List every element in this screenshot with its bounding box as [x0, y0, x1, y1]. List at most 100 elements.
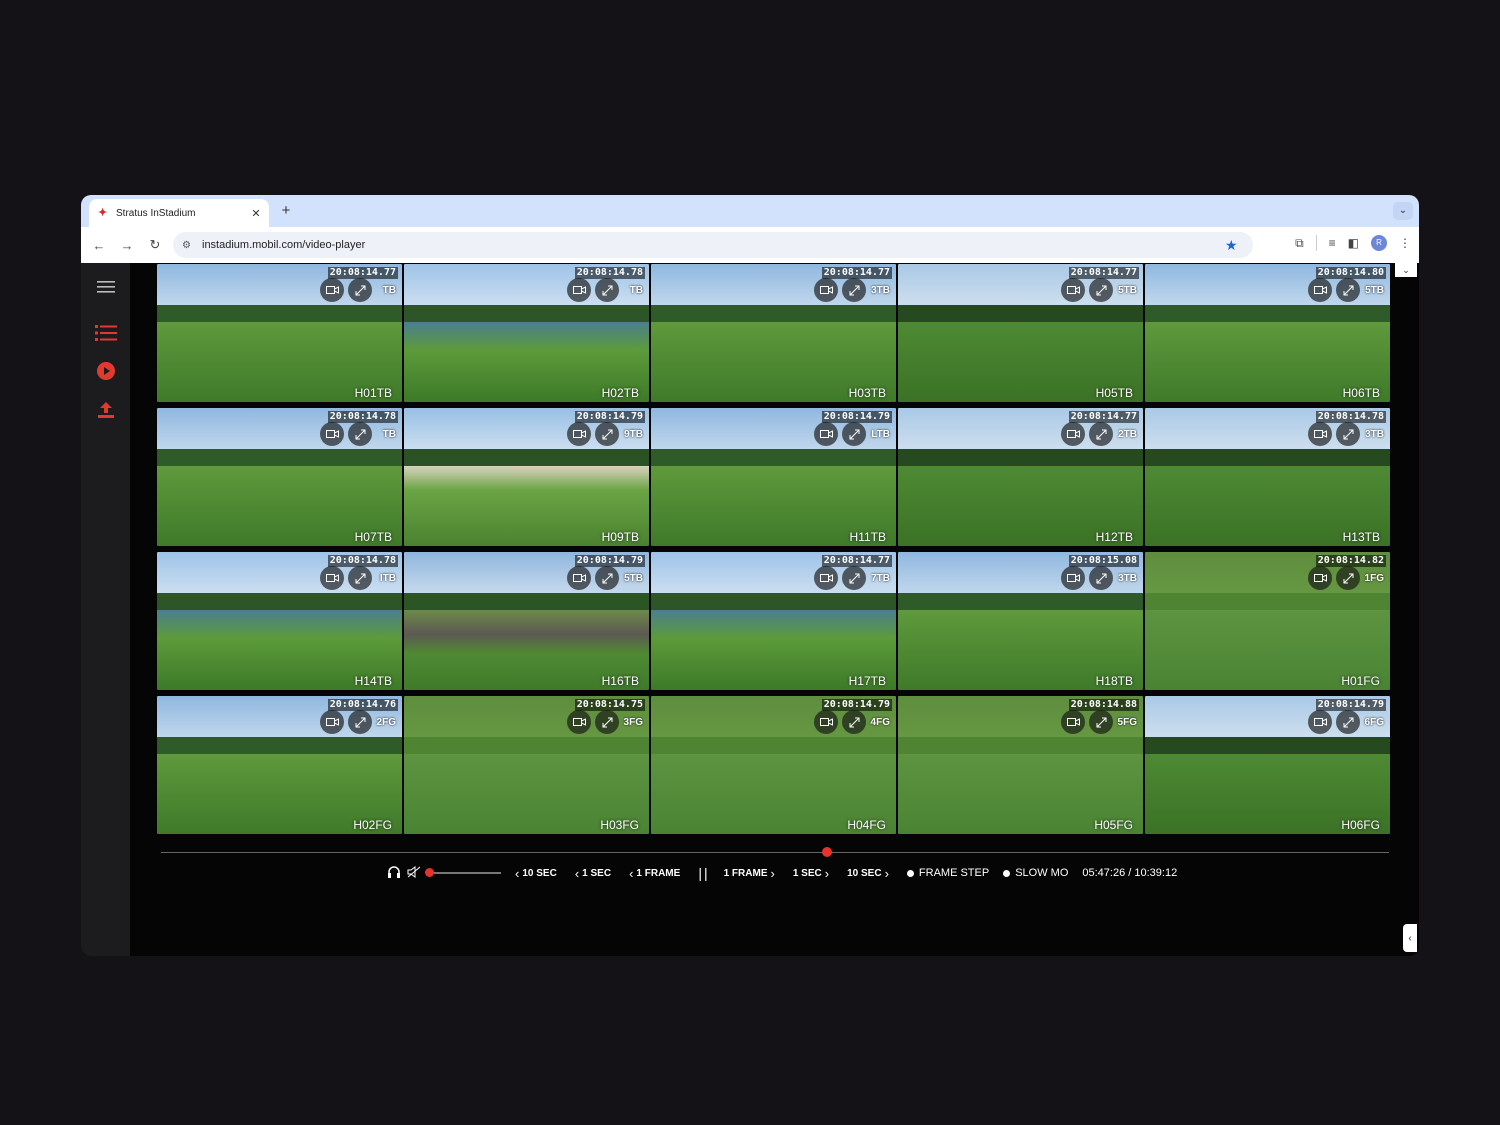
video-camera-icon[interactable]	[1061, 278, 1085, 302]
chevron-left-icon[interactable]: ‹	[1403, 924, 1417, 952]
video-camera-icon[interactable]	[1308, 566, 1332, 590]
camera-tile[interactable]: 20:08:14.79 5TB H16TB	[404, 552, 649, 690]
browser-tab[interactable]: ✦ Stratus InStadium ✕	[89, 199, 269, 227]
close-icon[interactable]: ✕	[249, 207, 263, 220]
video-camera-icon[interactable]	[1061, 710, 1085, 734]
profile-avatar[interactable]: R	[1371, 235, 1387, 251]
camera-tile[interactable]: 20:08:14.78 TB H02TB	[404, 264, 649, 402]
scrubber-handle[interactable]	[822, 847, 832, 857]
fwd-1-sec-button[interactable]: 1 SEC ›	[793, 866, 829, 881]
video-camera-icon[interactable]	[567, 566, 591, 590]
video-camera-icon[interactable]	[567, 710, 591, 734]
expand-icon[interactable]	[842, 710, 866, 734]
headphones-icon[interactable]	[387, 865, 401, 881]
volume-slider[interactable]	[425, 868, 501, 877]
camera-tile[interactable]: 20:08:14.77 3TB H03TB	[651, 264, 896, 402]
pause-button[interactable]: ||	[698, 865, 709, 881]
camera-tile[interactable]: 20:08:14.77 7TB H17TB	[651, 552, 896, 690]
video-camera-icon[interactable]	[1308, 710, 1332, 734]
camera-tile[interactable]: 20:08:14.79 4FG H04FG	[651, 696, 896, 834]
url-text[interactable]: instadium.mobil.com/video-player	[202, 239, 1225, 251]
fwd-1-frame-button[interactable]: 1 FRAME ›	[724, 866, 775, 881]
side-panel-icon[interactable]: ◧	[1348, 236, 1359, 250]
expand-icon[interactable]	[595, 422, 619, 446]
expand-icon[interactable]	[348, 566, 372, 590]
expand-icon[interactable]	[595, 710, 619, 734]
volume-knob[interactable]	[425, 868, 434, 877]
expand-icon[interactable]	[1336, 278, 1360, 302]
forward-arrow-icon[interactable]: →	[113, 238, 141, 253]
video-camera-icon[interactable]	[320, 710, 344, 734]
camera-tile[interactable]: 20:08:14.82 1FG H01FG	[1145, 552, 1390, 690]
address-bar[interactable]: ⚙ instadium.mobil.com/video-player ★	[173, 232, 1253, 258]
expand-icon[interactable]	[1089, 566, 1113, 590]
camera-tile[interactable]: 20:08:14.79 6FG H06FG	[1145, 696, 1390, 834]
fwd-10-sec-button[interactable]: 10 SEC ›	[847, 866, 889, 881]
expand-icon[interactable]	[1089, 710, 1113, 734]
video-camera-icon[interactable]	[1061, 422, 1085, 446]
camera-tile[interactable]: 20:08:14.78 3TB H13TB	[1145, 408, 1390, 546]
star-icon[interactable]: ★	[1225, 237, 1245, 254]
camera-tile[interactable]: 20:08:14.77 2TB H12TB	[898, 408, 1143, 546]
expand-icon[interactable]	[1089, 422, 1113, 446]
camera-tile[interactable]: 20:08:14.77 TB H01TB	[157, 264, 402, 402]
camera-tile[interactable]: 20:08:14.78 TB H07TB	[157, 408, 402, 546]
video-camera-icon[interactable]	[567, 278, 591, 302]
camera-tile[interactable]: 20:08:14.75 3FG H03FG	[404, 696, 649, 834]
expand-icon[interactable]	[842, 422, 866, 446]
reading-list-icon[interactable]: ≡	[1329, 236, 1336, 250]
slow-mo-option[interactable]: SLOW MO	[1003, 867, 1068, 879]
list-icon[interactable]	[93, 320, 119, 346]
expand-icon[interactable]	[595, 566, 619, 590]
camera-tile[interactable]: 20:08:14.77 5TB H05TB	[898, 264, 1143, 402]
video-camera-icon[interactable]	[1308, 422, 1332, 446]
back-arrow-icon[interactable]: ←	[85, 238, 113, 253]
video-camera-icon[interactable]	[320, 422, 344, 446]
expand-icon[interactable]	[348, 710, 372, 734]
reload-icon[interactable]: ↻	[141, 237, 169, 253]
video-camera-icon[interactable]	[1061, 566, 1085, 590]
video-camera-icon[interactable]	[1308, 278, 1332, 302]
extensions-icon[interactable]: ⧉	[1295, 236, 1304, 251]
expand-icon[interactable]	[348, 422, 372, 446]
camera-tile[interactable]: 20:08:14.76 2FG H02FG	[157, 696, 402, 834]
frame-step-option[interactable]: FRAME STEP	[906, 867, 989, 879]
camera-tile[interactable]: 20:08:14.79 9TB H09TB	[404, 408, 649, 546]
expand-icon[interactable]	[1336, 422, 1360, 446]
back-1-sec-button[interactable]: ‹ 1 SEC	[575, 866, 611, 881]
mute-icon[interactable]	[407, 865, 421, 881]
upload-icon[interactable]	[93, 397, 119, 423]
camera-tile[interactable]: 20:08:14.79 LTB H11TB	[651, 408, 896, 546]
menu-icon[interactable]	[93, 274, 119, 300]
video-camera-icon[interactable]	[320, 278, 344, 302]
camera-tile[interactable]: 20:08:14.80 5TB H06TB	[1145, 264, 1390, 402]
expand-icon[interactable]	[1336, 710, 1360, 734]
timeline-scrubber[interactable]	[161, 852, 1389, 853]
play-circle-icon[interactable]	[93, 358, 119, 384]
camera-tile[interactable]: 20:08:14.88 5FG H05FG	[898, 696, 1143, 834]
tile-code-overlay: 5FG	[1117, 717, 1137, 728]
site-info-icon[interactable]: ⚙	[182, 240, 196, 251]
expand-icon[interactable]	[1089, 278, 1113, 302]
back-1-frame-button[interactable]: ‹ 1 FRAME	[629, 866, 680, 881]
back-10-sec-button[interactable]: ‹ 10 SEC	[515, 866, 557, 881]
frame-step-radio[interactable]	[906, 869, 914, 877]
expand-icon[interactable]	[842, 566, 866, 590]
video-camera-icon[interactable]	[320, 566, 344, 590]
video-camera-icon[interactable]	[814, 278, 838, 302]
video-camera-icon[interactable]	[814, 422, 838, 446]
video-camera-icon[interactable]	[567, 422, 591, 446]
camera-tile[interactable]: 20:08:15.08 3TB H18TB	[898, 552, 1143, 690]
new-tab-button[interactable]: +	[277, 201, 295, 221]
video-camera-icon[interactable]	[814, 710, 838, 734]
slow-mo-radio[interactable]	[1003, 869, 1011, 877]
expand-icon[interactable]	[842, 278, 866, 302]
chevron-down-icon[interactable]: ⌄	[1393, 202, 1413, 220]
chevron-down-icon[interactable]: ⌄	[1395, 263, 1417, 277]
camera-tile[interactable]: 20:08:14.78 ITB H14TB	[157, 552, 402, 690]
expand-icon[interactable]	[595, 278, 619, 302]
expand-icon[interactable]	[1336, 566, 1360, 590]
expand-icon[interactable]	[348, 278, 372, 302]
video-camera-icon[interactable]	[814, 566, 838, 590]
more-menu-icon[interactable]: ⋮	[1399, 236, 1411, 250]
